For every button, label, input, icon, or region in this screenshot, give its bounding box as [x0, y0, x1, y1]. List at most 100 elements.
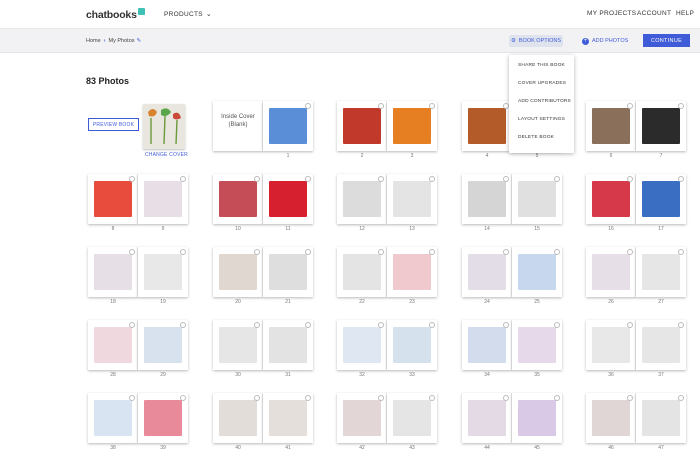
- select-checkbox-icon[interactable]: [429, 176, 435, 182]
- book-page[interactable]: [138, 393, 188, 443]
- select-checkbox-icon[interactable]: [305, 322, 311, 328]
- book-page[interactable]: [387, 174, 437, 224]
- book-page[interactable]: [337, 247, 387, 297]
- book-page[interactable]: [462, 320, 512, 370]
- book-page[interactable]: [138, 320, 188, 370]
- select-checkbox-icon[interactable]: [129, 176, 135, 182]
- book-page[interactable]: [586, 320, 636, 370]
- book-page[interactable]: [512, 174, 562, 224]
- continue-button[interactable]: CONTINUE: [643, 34, 690, 47]
- book-page[interactable]: [586, 174, 636, 224]
- book-page[interactable]: [387, 247, 437, 297]
- select-checkbox-icon[interactable]: [554, 322, 560, 328]
- book-page[interactable]: [512, 393, 562, 443]
- book-page[interactable]: [263, 101, 313, 151]
- select-checkbox-icon[interactable]: [378, 103, 384, 109]
- preview-book-button[interactable]: PREVIEW BOOK: [88, 118, 139, 131]
- menu-item-share[interactable]: SHARE THIS BOOK: [518, 63, 565, 68]
- select-checkbox-icon[interactable]: [378, 395, 384, 401]
- breadcrumb-home[interactable]: Home: [86, 38, 101, 44]
- book-page[interactable]: [213, 393, 263, 443]
- select-checkbox-icon[interactable]: [129, 322, 135, 328]
- book-page[interactable]: [213, 320, 263, 370]
- add-photos-button[interactable]: + ADD PHOTOS: [582, 35, 628, 47]
- select-checkbox-icon[interactable]: [503, 249, 509, 255]
- book-page[interactable]: [636, 174, 686, 224]
- select-checkbox-icon[interactable]: [378, 249, 384, 255]
- book-page[interactable]: [138, 247, 188, 297]
- select-checkbox-icon[interactable]: [378, 322, 384, 328]
- nav-products[interactable]: PRODUCTS ⌄: [164, 10, 212, 18]
- book-page[interactable]: [88, 174, 138, 224]
- select-checkbox-icon[interactable]: [627, 395, 633, 401]
- select-checkbox-icon[interactable]: [180, 395, 186, 401]
- book-page[interactable]: [586, 393, 636, 443]
- book-page[interactable]: [512, 320, 562, 370]
- select-checkbox-icon[interactable]: [129, 249, 135, 255]
- select-checkbox-icon[interactable]: [627, 249, 633, 255]
- select-checkbox-icon[interactable]: [254, 176, 260, 182]
- book-page[interactable]: [462, 101, 512, 151]
- pencil-icon[interactable]: ✎: [137, 38, 142, 44]
- book-page[interactable]: [88, 393, 138, 443]
- select-checkbox-icon[interactable]: [678, 103, 684, 109]
- select-checkbox-icon[interactable]: [254, 322, 260, 328]
- chatbooks-logo[interactable]: chatbooks: [86, 8, 145, 21]
- book-page[interactable]: [263, 174, 313, 224]
- change-cover-link[interactable]: CHANGE COVER: [145, 152, 188, 158]
- book-page[interactable]: [337, 101, 387, 151]
- select-checkbox-icon[interactable]: [129, 395, 135, 401]
- select-checkbox-icon[interactable]: [429, 249, 435, 255]
- book-page[interactable]: [138, 174, 188, 224]
- book-page[interactable]: [213, 247, 263, 297]
- nav-account[interactable]: ACCOUNT: [637, 10, 671, 17]
- book-page[interactable]: [213, 174, 263, 224]
- select-checkbox-icon[interactable]: [554, 176, 560, 182]
- book-page[interactable]: [387, 101, 437, 151]
- book-page[interactable]: [337, 320, 387, 370]
- book-page[interactable]: [263, 247, 313, 297]
- book-page[interactable]: [88, 320, 138, 370]
- select-checkbox-icon[interactable]: [305, 103, 311, 109]
- nav-my-projects[interactable]: MY PROJECTS: [587, 10, 636, 17]
- select-checkbox-icon[interactable]: [429, 395, 435, 401]
- select-checkbox-icon[interactable]: [554, 395, 560, 401]
- select-checkbox-icon[interactable]: [503, 176, 509, 182]
- select-checkbox-icon[interactable]: [429, 322, 435, 328]
- book-page[interactable]: [636, 101, 686, 151]
- select-checkbox-icon[interactable]: [678, 176, 684, 182]
- book-page[interactable]: [636, 320, 686, 370]
- menu-item-add-contributors[interactable]: ADD CONTRIBUTORS: [518, 99, 571, 104]
- nav-help[interactable]: HELP: [676, 10, 694, 17]
- book-page[interactable]: [462, 247, 512, 297]
- book-page[interactable]: [586, 247, 636, 297]
- book-page[interactable]: [337, 393, 387, 443]
- select-checkbox-icon[interactable]: [503, 395, 509, 401]
- menu-item-cover-upgrades[interactable]: COVER UPGRADES: [518, 81, 566, 86]
- book-page[interactable]: [337, 174, 387, 224]
- select-checkbox-icon[interactable]: [180, 322, 186, 328]
- book-options-button[interactable]: ⚙ BOOK OPTIONS: [509, 35, 563, 47]
- select-checkbox-icon[interactable]: [627, 103, 633, 109]
- select-checkbox-icon[interactable]: [378, 176, 384, 182]
- select-checkbox-icon[interactable]: [627, 176, 633, 182]
- book-page[interactable]: [462, 393, 512, 443]
- book-page[interactable]: [586, 101, 636, 151]
- book-page[interactable]: [387, 320, 437, 370]
- select-checkbox-icon[interactable]: [305, 249, 311, 255]
- select-checkbox-icon[interactable]: [429, 103, 435, 109]
- inside-cover-page[interactable]: Inside Cover (Blank): [213, 101, 263, 151]
- select-checkbox-icon[interactable]: [678, 322, 684, 328]
- book-page[interactable]: [636, 393, 686, 443]
- book-page[interactable]: [263, 320, 313, 370]
- select-checkbox-icon[interactable]: [678, 249, 684, 255]
- select-checkbox-icon[interactable]: [180, 249, 186, 255]
- book-page[interactable]: [512, 247, 562, 297]
- book-page[interactable]: [636, 247, 686, 297]
- menu-item-layout-settings[interactable]: LAYOUT SETTINGS: [518, 117, 565, 122]
- select-checkbox-icon[interactable]: [554, 249, 560, 255]
- menu-item-delete-book[interactable]: DELETE BOOK: [518, 135, 554, 140]
- select-checkbox-icon[interactable]: [305, 176, 311, 182]
- select-checkbox-icon[interactable]: [678, 395, 684, 401]
- select-checkbox-icon[interactable]: [627, 322, 633, 328]
